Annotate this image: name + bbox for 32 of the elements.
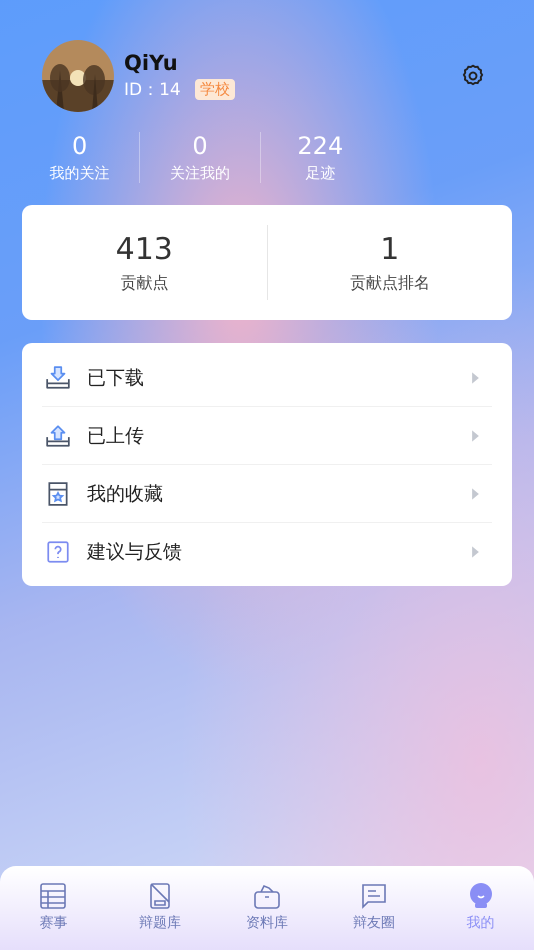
user-name: QiYu xyxy=(124,51,179,75)
tab[interactable]: 我的 xyxy=(427,882,534,950)
box-icon xyxy=(252,882,281,910)
stat-value: 224 xyxy=(297,132,344,160)
contribution-label: 贡献点 xyxy=(120,272,168,294)
chevron-icon xyxy=(471,544,480,558)
menu-item[interactable]: 已上传 xyxy=(87,422,471,448)
menu-item[interactable]: 建议与反馈 xyxy=(87,538,471,564)
download-icon xyxy=(45,364,71,390)
upload-icon xyxy=(45,422,71,448)
contribution-label: 贡献点排名 xyxy=(350,272,430,294)
stat-value: 0 xyxy=(192,132,208,160)
tab[interactable]: 资料库 xyxy=(214,882,320,950)
table-icon xyxy=(39,882,68,910)
tab[interactable]: 赛事 xyxy=(0,882,107,950)
tab[interactable]: 辩友圈 xyxy=(320,882,428,950)
help-icon xyxy=(45,538,71,564)
chevron-icon xyxy=(471,370,480,384)
stat-label: 足迹 xyxy=(305,164,336,183)
chevron-icon xyxy=(471,428,480,442)
stat-label: 关注我的 xyxy=(170,164,230,183)
tab[interactable]: 辩题库 xyxy=(106,882,214,950)
school-badge: 学校 xyxy=(194,79,235,100)
chat-icon xyxy=(360,882,388,910)
contribution-value: 1 xyxy=(380,232,400,266)
contribution-value: 413 xyxy=(116,232,173,266)
stat-label: 我的关注 xyxy=(50,164,110,183)
chevron-icon xyxy=(471,486,480,500)
stat-value: 0 xyxy=(72,132,88,160)
menu-item[interactable]: 我的收藏 xyxy=(87,480,471,506)
user-id: ID：14 xyxy=(124,79,181,101)
menu-item[interactable]: 已下载 xyxy=(87,364,471,390)
